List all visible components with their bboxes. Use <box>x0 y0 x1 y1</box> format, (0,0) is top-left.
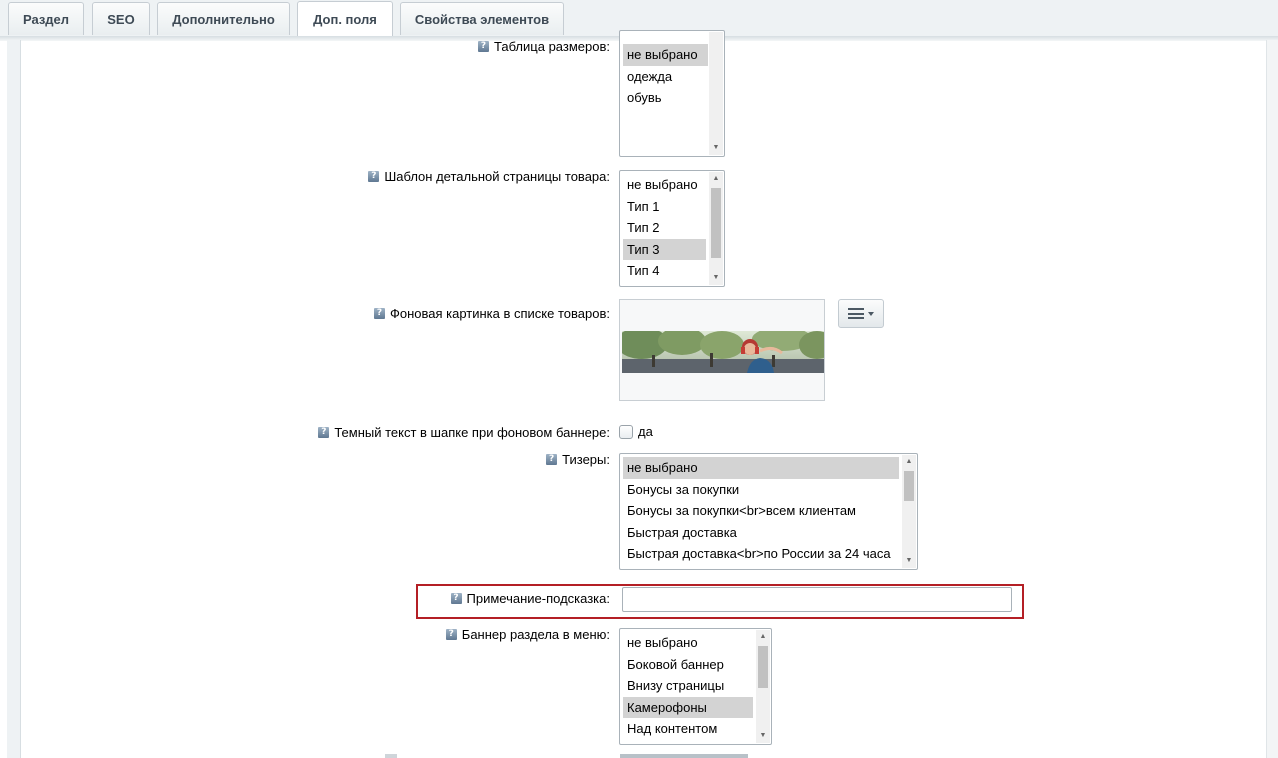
scrollbar[interactable]: ▲ ▼ <box>756 630 770 743</box>
scroll-up-icon[interactable]: ▲ <box>709 173 723 185</box>
tab-section[interactable]: Раздел <box>8 2 84 35</box>
teasers-listbox[interactable]: не выбрано Бонусы за покупки Бонусы за п… <box>619 453 918 570</box>
list-item[interactable]: Внизу страницы <box>623 675 753 697</box>
scrollbar-thumb[interactable] <box>758 646 768 688</box>
field-label-teasers: ? Тизеры: <box>546 451 610 468</box>
hint-note-input[interactable] <box>622 587 1012 612</box>
question-icon <box>385 754 397 758</box>
dark-text-checkbox-label[interactable]: да <box>638 424 653 439</box>
scrollbar-thumb[interactable] <box>711 188 721 258</box>
list-item[interactable]: Быстрая доставка<br>по России за 24 часа <box>623 543 899 565</box>
detail-template-label: Шаблон детальной страницы товара: <box>384 169 610 184</box>
list-item[interactable]: Тип 1 <box>623 196 706 218</box>
background-image-label: Фоновая картинка в списке товаров: <box>389 306 610 321</box>
scroll-down-icon[interactable]: ▼ <box>709 142 723 154</box>
hint-note-label: Примечание-подсказка: <box>466 591 610 606</box>
list-item[interactable]: Камерофоны <box>623 696 753 718</box>
question-icon[interactable]: ? <box>450 593 462 604</box>
list-item[interactable]: обувь <box>623 87 708 109</box>
field-label-detail-template: ? Шаблон детальной страницы товара: <box>368 168 610 185</box>
list-item[interactable]: Тип 3 <box>623 238 706 260</box>
question-icon[interactable]: ? <box>477 41 489 52</box>
question-icon[interactable]: ? <box>546 454 558 465</box>
tab-additional[interactable]: Дополнительно <box>157 2 290 35</box>
question-icon[interactable]: ? <box>318 427 330 438</box>
banner-thumbnail-image <box>622 331 824 373</box>
list-item[interactable]: Тип 2 <box>623 217 706 239</box>
list-item[interactable]: не выбрано <box>623 632 753 654</box>
next-field-control[interactable] <box>620 754 748 758</box>
tab-element-properties[interactable]: Свойства элементов <box>400 2 564 35</box>
scrollbar[interactable]: ▲ ▼ <box>709 172 723 285</box>
list-item[interactable]: не выбрано <box>623 44 708 66</box>
field-label-size-table: ? Таблица размеров: <box>477 38 610 55</box>
list-item[interactable]: Над контентом <box>623 718 753 740</box>
question-icon[interactable]: ? <box>445 629 457 640</box>
list-item[interactable]: одежда <box>623 66 708 88</box>
scroll-down-icon[interactable]: ▼ <box>709 272 723 284</box>
scroll-up-icon[interactable]: ▲ <box>756 631 770 643</box>
field-label-background-image: ? Фоновая картинка в списке товаров: <box>373 305 610 322</box>
image-menu-button[interactable] <box>838 299 884 328</box>
background-image-preview[interactable] <box>619 299 825 401</box>
chevron-down-icon <box>868 311 874 316</box>
list-item[interactable]: Боковой баннер <box>623 654 753 676</box>
field-label-menu-banner: ? Баннер раздела в меню: <box>445 626 610 643</box>
list-item[interactable]: не выбрано <box>623 457 899 479</box>
field-label-hint-note: ? Примечание-подсказка: <box>450 590 610 607</box>
scrollbar[interactable]: ▼ <box>709 32 723 155</box>
question-icon[interactable]: ? <box>368 171 380 182</box>
question-icon[interactable]: ? <box>373 308 385 319</box>
menu-banner-listbox[interactable]: не выбрано Боковой баннер Внизу страницы… <box>619 628 772 745</box>
size-table-listbox[interactable]: не выбрано одежда обувь ▼ <box>619 30 725 157</box>
list-item[interactable]: не выбрано <box>623 174 706 196</box>
list-item[interactable]: Бонусы за покупки <box>623 479 899 501</box>
teasers-label: Тизеры: <box>562 452 610 467</box>
content-frame-left <box>7 40 21 758</box>
content-frame-right <box>1266 40 1278 758</box>
menu-banner-label: Баннер раздела в меню: <box>461 627 610 642</box>
list-item[interactable]: Бонусы за покупки<br>всем клиентам <box>623 500 899 522</box>
dark-text-checkbox[interactable] <box>619 425 633 439</box>
tab-extra-fields[interactable]: Доп. поля <box>297 1 393 37</box>
detail-template-listbox[interactable]: не выбрано Тип 1 Тип 2 Тип 3 Тип 4 ▲ ▼ <box>619 170 725 287</box>
field-label-dark-text: ? Темный текст в шапке при фоновом банне… <box>318 424 610 441</box>
scrollbar-thumb[interactable] <box>904 471 914 501</box>
list-item[interactable]: Быстрая доставка <box>623 522 899 544</box>
scrollbar[interactable]: ▲ ▼ <box>902 455 916 568</box>
scroll-down-icon[interactable]: ▼ <box>756 730 770 742</box>
dark-text-label: Темный текст в шапке при фоновом баннере… <box>334 425 610 440</box>
hamburger-menu-icon <box>848 308 864 319</box>
scroll-up-icon[interactable]: ▲ <box>902 456 916 468</box>
size-table-label: Таблица размеров: <box>493 39 610 54</box>
tab-seo[interactable]: SEO <box>92 2 150 35</box>
list-item[interactable]: Тип 4 <box>623 260 706 282</box>
scroll-down-icon[interactable]: ▼ <box>902 555 916 567</box>
